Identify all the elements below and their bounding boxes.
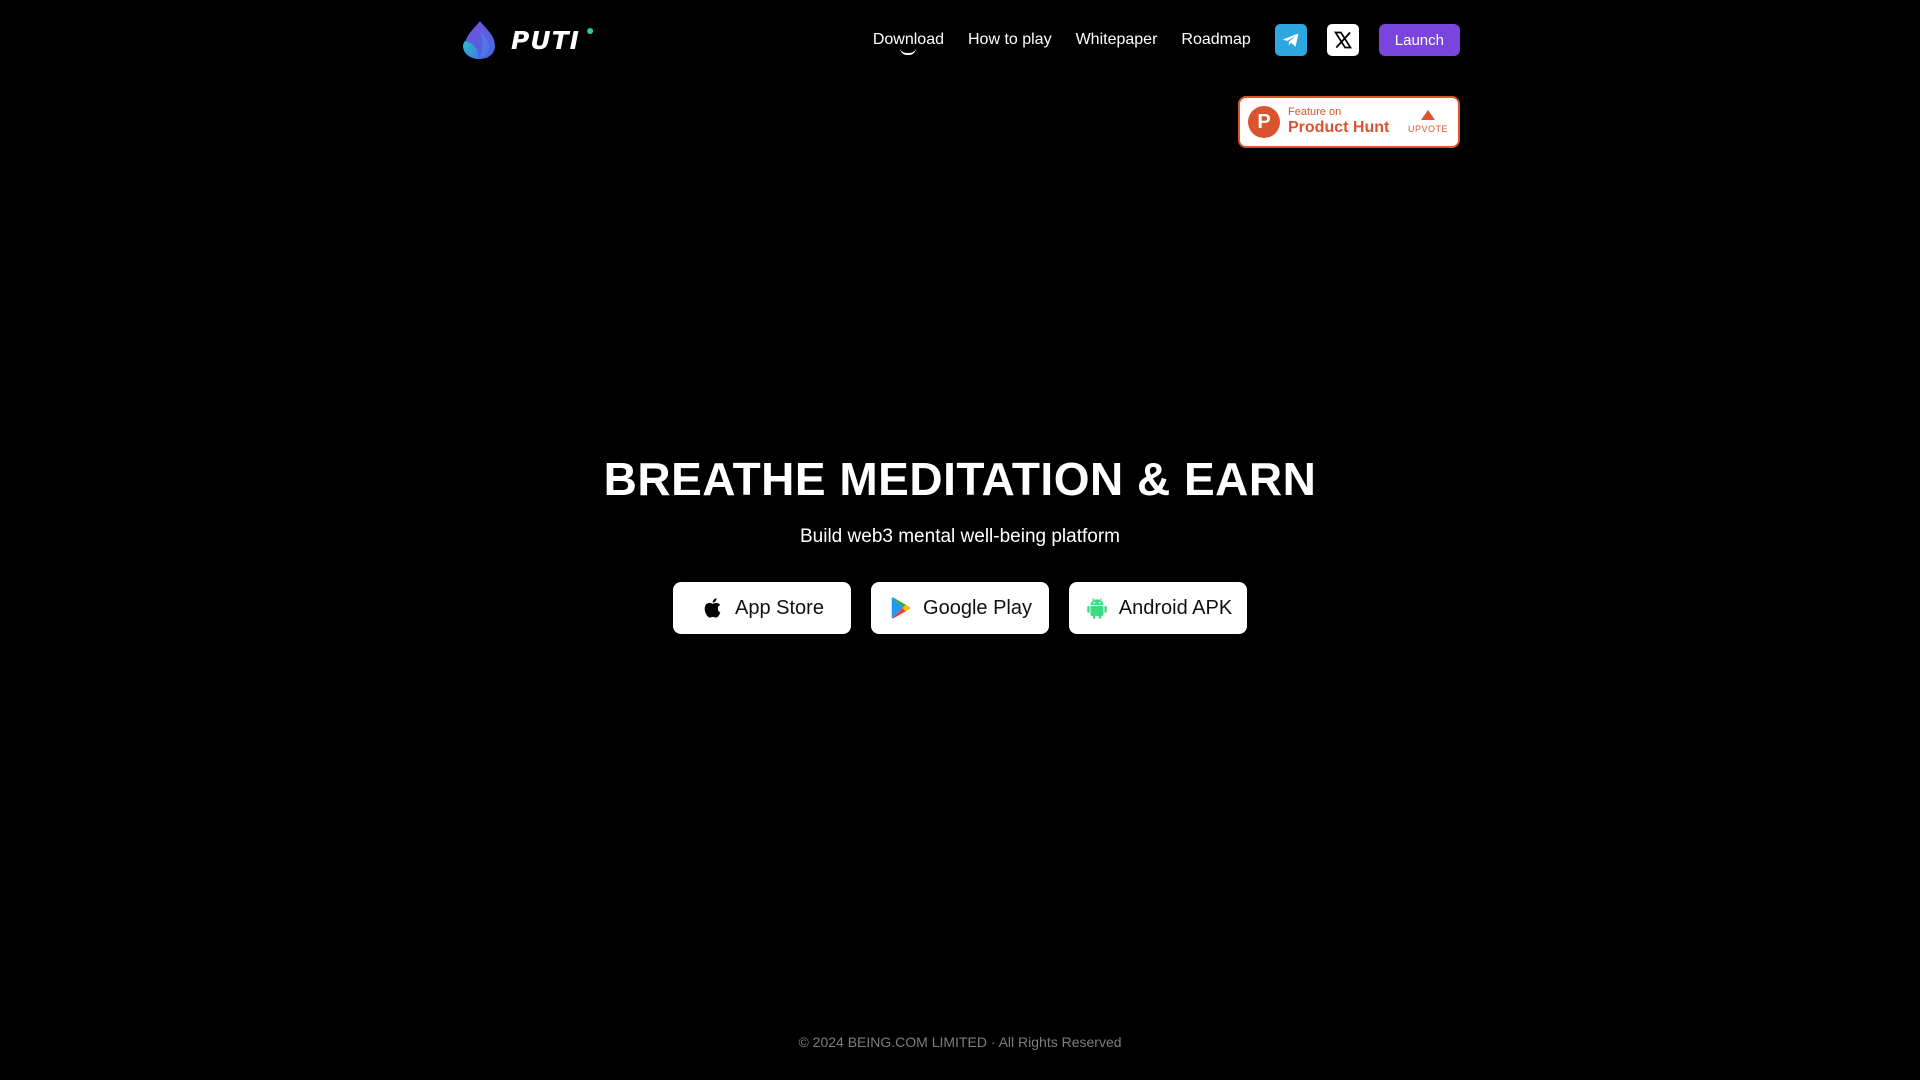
google-play-label: Google Play [923,596,1032,619]
product-hunt-small-text: Feature on [1288,106,1342,119]
logo[interactable]: PUTI ● [459,19,598,61]
app-store-label: App Store [735,596,824,619]
android-icon [1087,597,1107,619]
hero: BREATHE MEDITATION & EARN Build web3 men… [0,452,1920,634]
page: PUTI ● Download How to play Whitepaper R… [0,0,1920,1080]
hero-subtitle: Build web3 mental well-being platform [800,526,1120,547]
download-buttons: App Store Google Play Android APK [673,582,1247,634]
telegram-icon [1282,33,1299,47]
android-apk-button[interactable]: Android APK [1069,582,1247,634]
hero-title: BREATHE MEDITATION & EARN [603,453,1317,505]
nav-link-roadmap[interactable]: Roadmap [1181,31,1250,49]
nav-link-whitepaper[interactable]: Whitepaper [1076,31,1158,49]
android-apk-label: Android APK [1118,596,1233,619]
google-play-icon [891,597,911,619]
upvote-label: UPVOTE [1407,124,1448,134]
product-hunt-upvote: UPVOTE [1408,110,1448,134]
product-hunt-badge[interactable]: P Feature on Product Hunt UPVOTE [1238,96,1460,148]
telegram-button[interactable] [1274,24,1307,56]
app-store-button[interactable]: App Store [673,582,851,634]
header: PUTI ● Download How to play Whitepaper R… [459,16,1460,64]
product-hunt-icon: P [1248,106,1280,138]
launch-button[interactable]: Launch [1378,24,1460,56]
copyright-text: © 2024 BEING.COM LIMITED · All Rights Re… [798,1034,1122,1050]
brand-name: PUTI [511,25,580,55]
x-twitter-button[interactable] [1326,24,1359,56]
leaf-icon: ● [585,22,595,38]
nav-link-download[interactable]: Download [873,31,944,55]
product-hunt-text: Feature on Product Hunt [1288,106,1408,137]
upvote-arrow-icon [1420,110,1435,120]
main-nav: Download How to play Whitepaper Roadmap … [873,24,1460,56]
nav-link-how-to-play[interactable]: How to play [968,31,1052,49]
product-hunt-big-text: Product Hunt [1288,119,1390,137]
x-logo-icon [1333,31,1352,49]
apple-icon [704,598,721,618]
puti-logo-icon [463,21,495,59]
footer: © 2024 BEING.COM LIMITED · All Rights Re… [0,1034,1920,1050]
google-play-button[interactable]: Google Play [871,582,1049,634]
